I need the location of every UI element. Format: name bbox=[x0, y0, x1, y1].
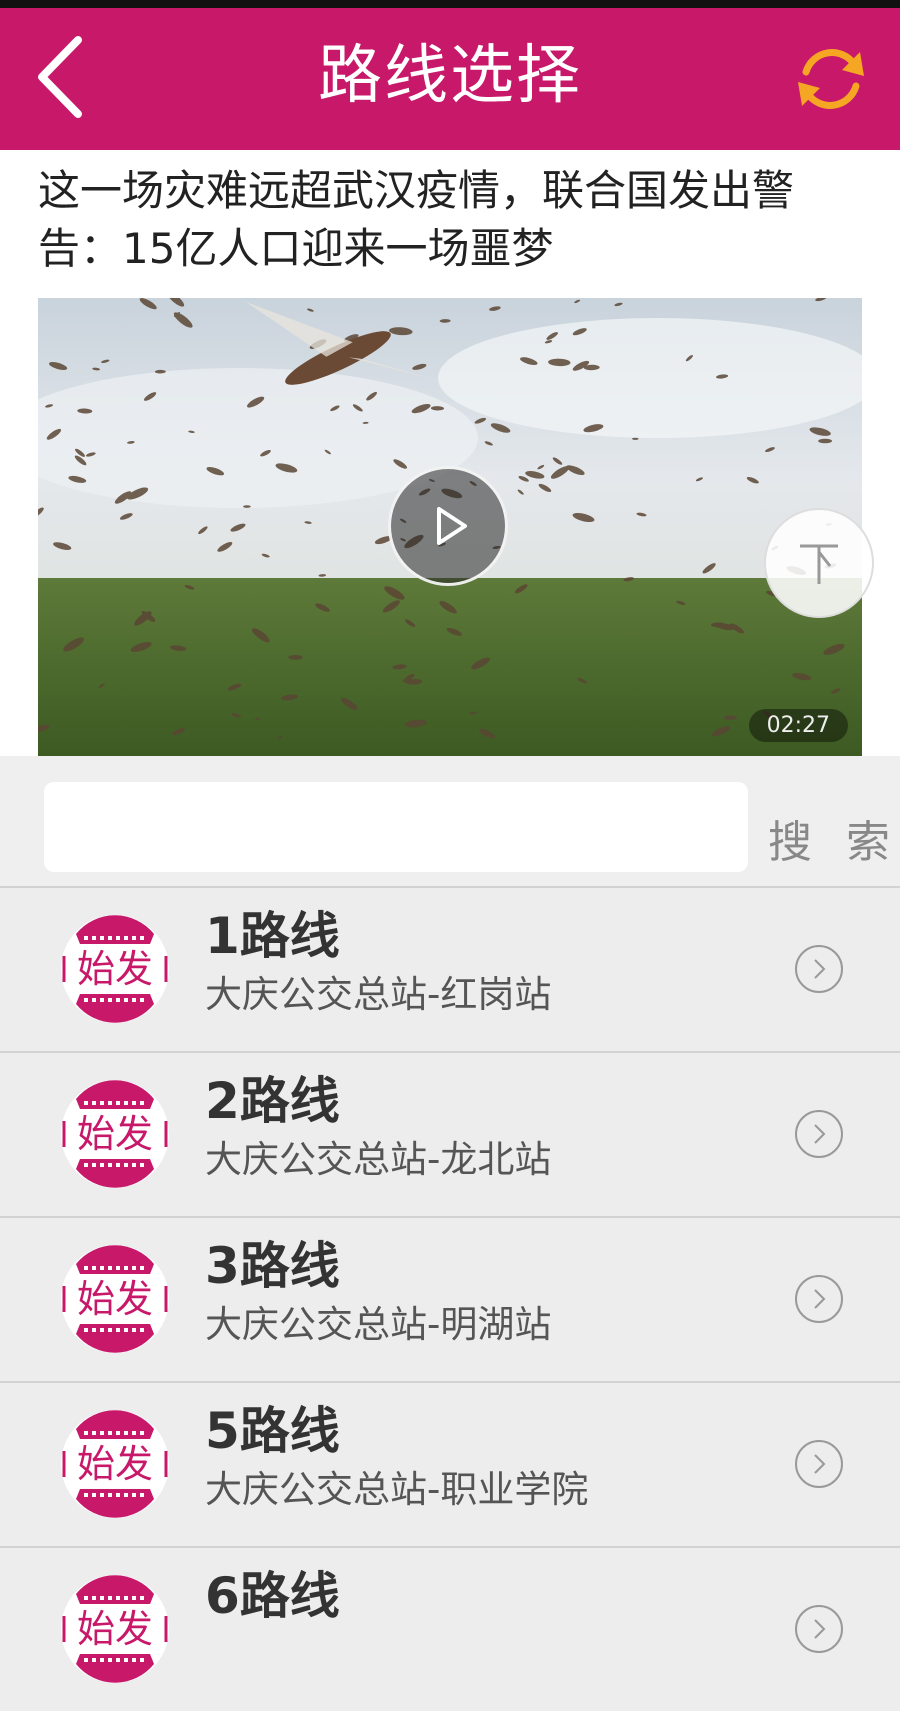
departure-badge-icon: 始发 bbox=[61, 1080, 169, 1188]
refresh-button[interactable] bbox=[786, 34, 876, 124]
video-duration: 02:27 bbox=[748, 709, 848, 742]
chevron-right-circle-icon[interactable] bbox=[794, 1604, 844, 1654]
locust-speck bbox=[818, 438, 832, 444]
route-row[interactable]: 始发 1路线 大庆公交总站-红岗站 bbox=[0, 886, 900, 1051]
route-name: 2路线 bbox=[205, 1072, 340, 1130]
locust-speck bbox=[632, 437, 639, 440]
departure-badge-icon: 始发 bbox=[61, 1245, 169, 1353]
play-icon bbox=[437, 507, 467, 545]
route-row[interactable]: 始发 6路线 bbox=[0, 1546, 900, 1711]
arrow-to-top-icon bbox=[800, 544, 838, 584]
route-desc: 大庆公交总站-明湖站 bbox=[205, 1303, 552, 1346]
badge-text: 始发 bbox=[77, 1607, 153, 1651]
locust-speck bbox=[243, 505, 251, 508]
route-name: 3路线 bbox=[205, 1237, 340, 1295]
chevron-right-circle-icon[interactable] bbox=[794, 1439, 844, 1489]
route-row[interactable]: 始发 5路线 大庆公交总站-职业学院 bbox=[0, 1381, 900, 1546]
route-list: 始发 1路线 大庆公交总站-红岗站 始发 2路线 大庆公交总站-龙北站 始发 3… bbox=[0, 886, 900, 1711]
video-thumbnail[interactable]: 02:27 bbox=[38, 298, 862, 756]
search-bar: 搜 索 bbox=[0, 756, 900, 886]
locust-speck bbox=[723, 715, 738, 720]
departure-badge-icon: 始发 bbox=[61, 1410, 169, 1518]
chevron-right-circle-icon[interactable] bbox=[794, 1109, 844, 1159]
chevron-right-circle-icon[interactable] bbox=[794, 944, 844, 994]
status-bar bbox=[0, 0, 900, 8]
badge-text: 始发 bbox=[77, 947, 153, 991]
route-desc: 大庆公交总站-职业学院 bbox=[205, 1468, 589, 1511]
route-desc: 大庆公交总站-龙北站 bbox=[205, 1138, 552, 1181]
route-desc: 大庆公交总站-红岗站 bbox=[205, 973, 552, 1016]
route-name: 5路线 bbox=[205, 1402, 340, 1460]
search-input[interactable] bbox=[44, 782, 748, 872]
badge-text: 始发 bbox=[77, 1112, 153, 1156]
play-button[interactable] bbox=[388, 466, 508, 586]
departure-badge-icon: 始发 bbox=[61, 915, 169, 1023]
refresh-icon bbox=[798, 49, 864, 109]
route-row[interactable]: 始发 2路线 大庆公交总站-龙北站 bbox=[0, 1051, 900, 1216]
app-header: 路线选择 bbox=[0, 8, 900, 150]
route-name: 6路线 bbox=[205, 1567, 340, 1625]
page-title: 路线选择 bbox=[318, 39, 582, 113]
news-ad[interactable]: 这一场灾难远超武汉疫情，联合国发出警告：15亿人口迎来一场噩梦 02:27 bbox=[0, 150, 900, 756]
route-name: 1路线 bbox=[205, 907, 340, 965]
ad-headline[interactable]: 这一场灾难远超武汉疫情，联合国发出警告：15亿人口迎来一场噩梦 bbox=[38, 162, 868, 278]
chevron-right-circle-icon[interactable] bbox=[794, 1274, 844, 1324]
departure-badge-icon: 始发 bbox=[61, 1575, 169, 1683]
route-row[interactable]: 始发 3路线 大庆公交总站-明湖站 bbox=[0, 1216, 900, 1381]
badge-text: 始发 bbox=[77, 1277, 153, 1321]
search-button[interactable]: 搜 索 bbox=[768, 806, 900, 870]
scroll-to-top-button[interactable] bbox=[764, 508, 874, 618]
badge-text: 始发 bbox=[77, 1442, 153, 1486]
